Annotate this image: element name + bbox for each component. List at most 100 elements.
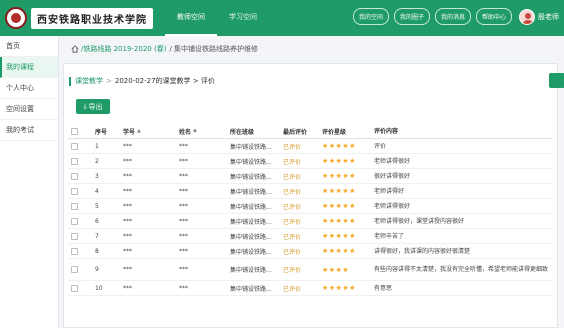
table-row[interactable]: 4 *** *** 集中铺设铁路... 已评价 ★★★★★ 老师讲得好 (68, 184, 552, 199)
classroom-teaching-link[interactable]: 课堂教学 (75, 76, 103, 86)
side-tab-button[interactable] (549, 73, 564, 88)
header-content: 评价内容 (374, 127, 399, 135)
row-last-eval[interactable]: 已评价 (283, 184, 323, 198)
row-class: 集中铺设铁路... (230, 203, 272, 211)
row-star-rating: ★★★★★ (322, 247, 356, 255)
row-last-eval[interactable]: 已评价 (283, 169, 323, 183)
row-name: *** (179, 266, 188, 273)
separator: > (106, 77, 112, 85)
header-name-label: 姓名 (179, 128, 192, 136)
row-checkbox[interactable] (71, 281, 81, 295)
row-content: 老师辛苦了 (374, 232, 405, 240)
row-no: 9 (95, 266, 99, 273)
sidebar: 首页 我的课程 个人中心 空间设置 我的考试 (0, 36, 59, 328)
table-row[interactable]: 9 *** *** 集中铺设铁路... 已评价 ★★★★ 有些内容讲得不太清楚，我没有完全听… (68, 259, 552, 281)
table-row[interactable]: 6 *** *** 集中铺设铁路... 已评价 ★★★★★ 老师讲得很好，课堂讲授内容很好 (68, 214, 552, 229)
export-button[interactable]: ⤓ 导出 (76, 99, 110, 114)
row-last-eval[interactable]: 已评价 (283, 199, 323, 213)
row-checkbox[interactable] (71, 184, 81, 198)
username[interactable]: 殷老师 (538, 12, 559, 22)
table-row[interactable]: 3 *** *** 集中铺设铁路... 已评价 ★★★★★ 很好讲得很好 (68, 169, 552, 184)
table-row[interactable]: 7 *** *** 集中铺设铁路... 已评价 ★★★★★ 老师辛苦了 (68, 229, 552, 244)
help-center-button[interactable]: 帮助中心 (475, 8, 512, 25)
row-name: *** (179, 284, 188, 292)
sidebar-item-settings[interactable]: 空间设置 (0, 99, 58, 120)
row-class: 集中铺设铁路... (230, 173, 272, 181)
header-last-eval: 最后评价 (283, 128, 308, 136)
sidebar-item-my-courses[interactable]: 我的课程 (0, 57, 58, 78)
header-student-id-label: 学号 (123, 128, 136, 136)
main-card: 课堂教学 > 2020-02-27的课堂教学 > 评价 ⤓ 导出 序号 学号 ▲… (63, 63, 564, 328)
breadcrumb-course[interactable]: /铁路线路 2019-2020 (春) (81, 44, 166, 54)
row-student-id: *** (123, 232, 132, 240)
row-checkbox[interactable] (71, 244, 81, 258)
school-seal-icon (5, 7, 27, 29)
table-row[interactable]: 8 *** *** 集中铺设铁路... 已评价 ★★★★★ 讲得很好，我讲课的内容很好很清楚 (68, 244, 552, 259)
school-logo[interactable]: 西安铁路职业技术学院 (5, 7, 153, 29)
row-no: 2 (95, 157, 99, 165)
row-no: 1 (95, 142, 99, 150)
row-class: 集中铺设铁路... (230, 248, 272, 256)
row-last-eval[interactable]: 已评价 (283, 281, 323, 295)
row-checkbox[interactable] (71, 199, 81, 213)
header-student-id[interactable]: 学号 ▲ (123, 124, 163, 138)
table-row[interactable]: 2 *** *** 集中铺设铁路... 已评价 ★★★★★ 老师讲得很好 (68, 154, 552, 169)
row-star-rating: ★★★★★ (322, 232, 356, 240)
row-last-eval[interactable]: 已评价 (283, 259, 323, 280)
row-checkbox[interactable] (71, 169, 81, 183)
my-messages-button[interactable]: 我的消息 (434, 8, 471, 25)
nav-learning-space[interactable]: 学习空间 (217, 0, 269, 36)
row-no: 10 (95, 284, 103, 292)
row-checkbox[interactable] (71, 229, 81, 243)
row-no: 5 (95, 202, 99, 210)
row-content: 很好讲得很好 (374, 172, 411, 180)
row-name: *** (179, 232, 188, 240)
row-star-rating: ★★★★★ (322, 142, 356, 150)
row-last-eval[interactable]: 已评价 (283, 214, 323, 228)
sort-icon[interactable]: ◆ (193, 128, 197, 134)
row-student-id: *** (123, 266, 132, 273)
row-last-eval[interactable]: 已评价 (283, 244, 323, 258)
sidebar-item-exams[interactable]: 我的考试 (0, 120, 58, 141)
row-checkbox[interactable] (71, 214, 81, 228)
row-last-eval[interactable]: 已评价 (283, 229, 323, 243)
row-content: 评价 (374, 142, 387, 150)
evaluation-table: 序号 学号 ▲ 姓名 ◆ 所在班级 最后评价 评价星级 评价内容 1 *** ***… (68, 124, 552, 296)
sidebar-item-personal-center[interactable]: 个人中心 (0, 78, 58, 99)
row-checkbox[interactable] (71, 154, 81, 168)
row-checkbox[interactable] (71, 139, 81, 153)
row-checkbox[interactable] (71, 259, 81, 280)
table-header: 序号 学号 ▲ 姓名 ◆ 所在班级 最后评价 评价星级 评价内容 (68, 124, 552, 139)
row-no: 6 (95, 217, 99, 225)
sort-icon[interactable]: ▲ (137, 128, 141, 134)
row-student-id: *** (123, 172, 132, 180)
row-star-rating: ★★★★★ (322, 217, 356, 225)
table-row[interactable]: 5 *** *** 集中铺设铁路... 已评价 ★★★★★ 老师讲得很好 (68, 199, 552, 214)
top-nav: 教师空间 学习空间 (165, 0, 269, 36)
row-class: 集中铺设铁路... (230, 285, 272, 293)
row-name: *** (179, 172, 188, 180)
my-circle-button[interactable]: 我的圈子 (393, 8, 430, 25)
row-content: 讲得很好，我讲课的内容很好很清楚 (374, 247, 471, 255)
row-class: 集中铺设铁路... (230, 267, 272, 274)
nav-teacher-space[interactable]: 教师空间 (165, 0, 217, 36)
table-row[interactable]: 1 *** *** 集中铺设铁路... 已评价 ★★★★★ 评价 (68, 139, 552, 154)
select-all-checkbox[interactable] (71, 124, 81, 138)
my-space-button[interactable]: 我的空间 (352, 8, 389, 25)
row-class: 集中铺设铁路... (230, 233, 272, 241)
table-row[interactable]: 10 *** *** 集中铺设铁路... 已评价 ★★★★★ 有意思 (68, 281, 552, 296)
row-content: 老师讲得好 (374, 187, 405, 195)
row-last-eval[interactable]: 已评价 (283, 139, 323, 153)
row-content: 有意思 (374, 284, 393, 292)
row-last-eval[interactable]: 已评价 (283, 154, 323, 168)
home-icon[interactable] (71, 45, 79, 53)
avatar[interactable] (519, 8, 535, 25)
row-class: 集中铺设铁路... (230, 188, 272, 196)
sidebar-item-home[interactable]: 首页 (0, 36, 58, 57)
row-name: *** (179, 217, 188, 225)
row-star-rating: ★★★★ (322, 265, 350, 274)
header-name[interactable]: 姓名 ◆ (179, 124, 214, 138)
row-star-rating: ★★★★★ (322, 202, 356, 210)
row-content: 老师讲得很好 (374, 202, 411, 210)
breadcrumb-current: / 集中铺设铁路线路养护维修 (169, 45, 259, 53)
